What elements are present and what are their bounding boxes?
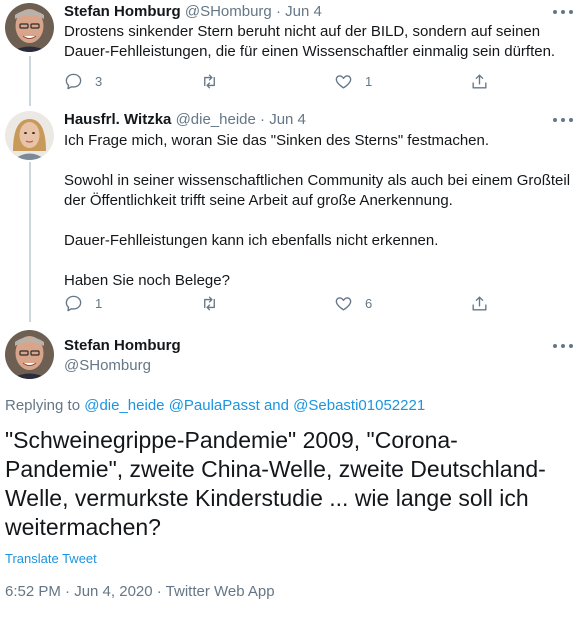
reply-button[interactable]: 1 [64, 293, 102, 313]
share-button[interactable] [470, 71, 489, 91]
like-count: 1 [365, 73, 373, 89]
share-icon [472, 73, 487, 89]
mention-link[interactable]: @Sebasti01052221 [293, 397, 425, 414]
more-icon[interactable] [553, 6, 573, 18]
translate-tweet-link[interactable]: Translate Tweet [5, 551, 97, 567]
author-handle[interactable]: @SHomburg [64, 356, 151, 376]
tweet-2[interactable]: Hausfrl. Witzka @die_heide · Jun 4 Ich F… [0, 106, 587, 324]
author-name[interactable]: Stefan Homburg [64, 3, 181, 20]
more-icon[interactable] [553, 114, 573, 126]
tweet-paragraph: Dauer-Fehlleistungen kann ich ebenfalls … [64, 232, 439, 249]
heart-icon [335, 74, 352, 89]
tweet-actions: 1 6 [64, 293, 504, 313]
tweet-timestamp[interactable]: 6:52 PM · Jun 4, 2020 · Twitter Web App [5, 582, 275, 602]
avatar[interactable] [5, 3, 54, 52]
tweet-text: Drostens sinkender Stern beruht nicht au… [64, 23, 556, 60]
reply-count: 3 [95, 73, 103, 89]
mention-link[interactable]: @PaulaPasst [169, 397, 260, 414]
mention-link[interactable]: @die_heide [84, 397, 164, 414]
reply-button[interactable]: 3 [64, 71, 102, 91]
mention-connector: and [263, 397, 289, 414]
tweet-header: Hausfrl. Witzka @die_heide · Jun 4 [64, 110, 306, 130]
share-icon [472, 295, 487, 311]
author-handle[interactable]: @SHomburg [185, 3, 272, 20]
tweet-paragraph: Ich Frage mich, woran Sie das "Sinken de… [64, 132, 490, 149]
tweet-date[interactable]: Jun 4 [269, 111, 306, 128]
like-count: 6 [365, 295, 373, 311]
tweet-header: Stefan Homburg @SHomburg · Jun 4 [64, 2, 322, 22]
share-button[interactable] [470, 293, 489, 313]
heart-icon [335, 296, 352, 311]
more-icon[interactable] [553, 340, 573, 352]
retweet-button[interactable] [200, 293, 219, 313]
replying-prefix: Replying to [5, 397, 81, 414]
avatar[interactable] [5, 330, 54, 379]
retweet-button[interactable] [200, 71, 219, 91]
reply-icon [65, 295, 82, 311]
tweet-paragraph: Sowohl in seiner wissenschaftlichen Comm… [64, 172, 571, 209]
tweet-date[interactable]: Jun 4 [285, 3, 322, 20]
like-button[interactable]: 1 [334, 71, 372, 91]
replying-to: Replying to @die_heide @PaulaPasst and @… [5, 396, 425, 416]
author-handle[interactable]: @die_heide [176, 111, 256, 128]
tweet-1[interactable]: Stefan Homburg @SHomburg · Jun 4 Drosten… [0, 0, 587, 106]
separator: · [260, 111, 266, 128]
retweet-icon [204, 73, 215, 89]
retweet-icon [204, 295, 215, 311]
reply-count: 1 [95, 295, 103, 311]
tweet-actions: 3 1 [64, 71, 504, 91]
main-tweet: Stefan Homburg @SHomburg Replying to @di… [0, 324, 587, 623]
avatar[interactable] [5, 111, 54, 160]
like-button[interactable]: 6 [334, 293, 372, 313]
author-name[interactable]: Stefan Homburg [64, 336, 181, 356]
tweet-text: Ich Frage mich, woran Sie das "Sinken de… [64, 131, 574, 291]
separator: · [275, 3, 281, 20]
tweet-text: "Schweinegrippe-Pandemie" 2009, "Corona-… [5, 427, 546, 540]
tweet-paragraph: Haben Sie noch Belege? [64, 272, 230, 289]
author-name[interactable]: Hausfrl. Witzka [64, 111, 171, 128]
reply-icon [65, 73, 82, 89]
